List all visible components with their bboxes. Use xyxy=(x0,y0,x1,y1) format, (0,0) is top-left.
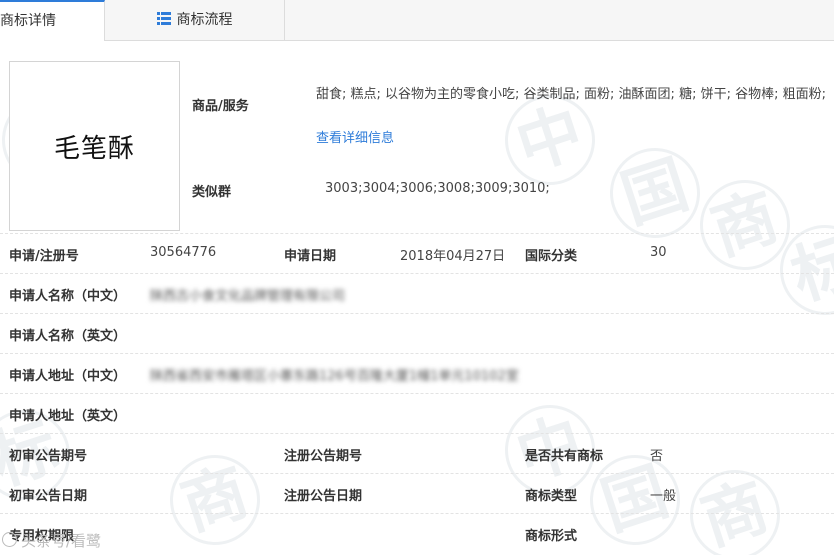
credit-text: 头条号/看鹭 xyxy=(21,532,102,550)
prelim-no-label: 初审公告期号 xyxy=(9,449,88,464)
applicant-cn-text: 陕西古小食文化品牌管理有限公司 xyxy=(150,289,346,304)
goods-list: 甜食; 糕点; 以谷物为主的零食小吃; 谷类制品; 面粉; 油酥面团; 糖; 饼… xyxy=(316,87,826,102)
reg-pub-no-label: 注册公告期号 xyxy=(284,449,363,464)
trademark-image: 毛笔酥 xyxy=(9,61,180,231)
trademark-name: 毛笔酥 xyxy=(53,133,135,164)
reg-no-label: 申请/注册号 xyxy=(9,249,79,264)
apply-date-label: 申请日期 xyxy=(284,249,337,264)
reg-no-value: 30564776 xyxy=(150,245,217,260)
row-divider xyxy=(0,353,834,354)
tab-label: 商标流程 xyxy=(176,12,233,28)
row-divider xyxy=(0,233,834,234)
goods-services-text: 甜食; 糕点; 以谷物为主的零食小吃; 谷类制品; 面粉; 油酥面团; 糖; 饼… xyxy=(316,73,834,161)
list-icon xyxy=(156,12,171,25)
mark-type-label: 商标类型 xyxy=(525,489,578,504)
row-divider xyxy=(0,273,834,274)
row-divider xyxy=(0,393,834,394)
apply-date-value: 2018年04月27日 xyxy=(400,249,506,264)
goods-label: 商品/服务 xyxy=(192,99,249,114)
row-divider xyxy=(0,313,834,314)
tab-trademark-details[interactable]: 商标详情 xyxy=(0,0,105,41)
mark-form-label: 商标形式 xyxy=(525,529,578,544)
tab-trademark-process[interactable]: 商标流程 xyxy=(105,0,285,40)
address-en-label: 申请人地址（英文） xyxy=(9,409,127,424)
applicant-cn-value: 陕西古小食文化品牌管理有限公司 xyxy=(150,285,345,304)
applicant-en-label: 申请人名称（英文） xyxy=(9,329,127,344)
watermark-char: 商 xyxy=(158,443,272,555)
reg-pub-date-label: 注册公告日期 xyxy=(284,489,363,504)
similar-group-label: 类似群 xyxy=(192,185,232,200)
watermark-char: 标 xyxy=(768,213,834,327)
camera-icon xyxy=(2,532,17,547)
tab-label: 商标详情 xyxy=(0,13,56,29)
prelim-date-label: 初审公告日期 xyxy=(9,489,88,504)
row-divider xyxy=(0,513,834,514)
intl-class-label: 国际分类 xyxy=(525,249,578,264)
view-details-link[interactable]: 查看详细信息 xyxy=(316,131,394,146)
applicant-cn-label: 申请人名称（中文） xyxy=(9,289,127,304)
mark-type-value: 一般 xyxy=(650,489,677,504)
source-credit: 头条号/看鹭 xyxy=(2,530,101,551)
address-cn-value: 陕西省西安市雁塔区小寨东路126号百隆大厦1幢1单元10102室 xyxy=(150,365,519,384)
row-divider xyxy=(0,433,834,434)
address-cn-text: 陕西省西安市雁塔区小寨东路126号百隆大厦1幢1单元10102室 xyxy=(150,369,519,384)
similar-group-value: 3003;3004;3006;3008;3009;3010; xyxy=(325,181,550,196)
row-divider xyxy=(0,473,834,474)
intl-class-value: 30 xyxy=(650,245,667,260)
shared-mark-value: 否 xyxy=(650,449,664,464)
shared-mark-label: 是否共有商标 xyxy=(525,449,604,464)
tab-bar: 商标详情 商标流程 xyxy=(0,0,834,41)
address-cn-label: 申请人地址（中文） xyxy=(9,369,127,384)
watermark-char: 商 xyxy=(688,168,802,282)
